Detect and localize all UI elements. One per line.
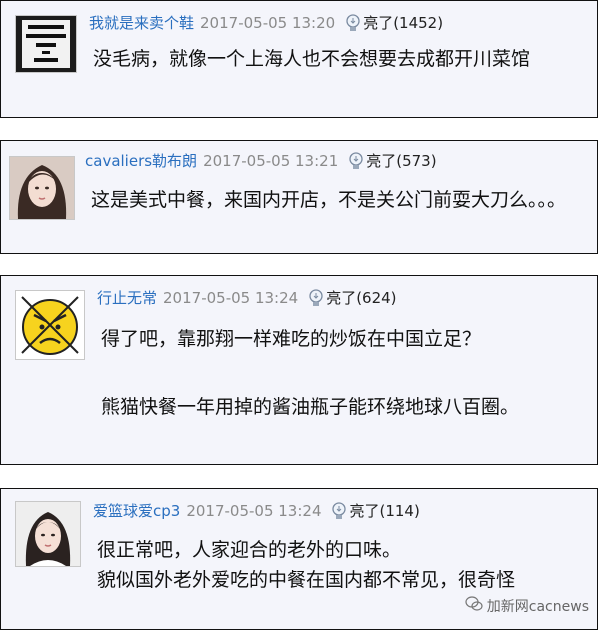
comment-line: 貌似国外老外爱吃的中餐在国内都不常见，很奇怪	[97, 569, 516, 591]
avatar[interactable]	[15, 501, 81, 567]
username-link[interactable]: 爱篮球爱cp3	[93, 502, 180, 520]
timestamp: 2017-05-05 13:24	[163, 289, 299, 307]
like-count[interactable]: 亮了(114)	[349, 502, 419, 520]
comment-card: 行止无常 2017-05-05 13:24 亮了(624) 得了吧，靠那翔一样难吃的…	[0, 275, 598, 465]
like-count[interactable]: 亮了(1452)	[363, 14, 443, 32]
comment-header: 行止无常 2017-05-05 13:24 亮了(624)	[97, 288, 397, 312]
comment-line: 熊猫快餐一年用掉的酱油瓶子能环绕地球八百圈。	[101, 396, 520, 418]
comment-card: cavaliers勒布朗 2017-05-05 13:21 亮了(573) 这是美式…	[0, 140, 598, 254]
wechat-icon	[465, 596, 483, 616]
timestamp: 2017-05-05 13:20	[200, 14, 336, 32]
avatar-image	[16, 502, 80, 566]
username-link[interactable]: cavaliers勒布朗	[85, 152, 197, 170]
avatar-image	[16, 16, 76, 72]
comment-header: 爱篮球爱cp3 2017-05-05 13:24 亮了(114)	[93, 501, 420, 525]
username-link[interactable]: 行止无常	[97, 289, 157, 307]
avatar-image	[10, 157, 74, 219]
comment-line: 很正常吧，人家迎合的老外的口味。	[97, 539, 402, 561]
comment-header: 我就是来卖个鞋 2017-05-05 13:20 亮了(1452)	[89, 13, 443, 37]
comment-text: 这是美式中餐，来国内开店，不是关公门前耍大刀么。。。	[91, 187, 566, 213]
comment-text: 很正常吧，人家迎合的老外的口味。 貌似国外老外爱吃的中餐在国内都不常见，很奇怪	[97, 537, 515, 593]
lightbulb-icon[interactable]	[345, 14, 361, 37]
like-count[interactable]: 亮了(624)	[326, 289, 396, 307]
lightbulb-icon[interactable]	[331, 502, 347, 525]
avatar[interactable]	[9, 156, 75, 220]
watermark: 加新网cacnews	[465, 596, 589, 616]
avatar-image	[16, 291, 84, 359]
comment-line: 得了吧，靠那翔一样难吃的炒饭在中国立足？	[101, 328, 482, 350]
timestamp: 2017-05-05 13:24	[186, 502, 322, 520]
avatar[interactable]	[15, 290, 85, 360]
comment-text: 得了吧，靠那翔一样难吃的炒饭在中国立足？ 熊猫快餐一年用掉的酱油瓶子能环绕地球八…	[101, 326, 519, 420]
comment-header: cavaliers勒布朗 2017-05-05 13:21 亮了(573)	[85, 151, 437, 175]
lightbulb-icon[interactable]	[348, 152, 364, 175]
timestamp: 2017-05-05 13:21	[203, 152, 339, 170]
comment-line: 没毛病，就像一个上海人也不会想要去成都开川菜馆	[93, 48, 531, 70]
comment-text: 没毛病，就像一个上海人也不会想要去成都开川菜馆	[93, 46, 530, 72]
like-count[interactable]: 亮了(573)	[366, 152, 436, 170]
username-link[interactable]: 我就是来卖个鞋	[89, 14, 194, 32]
comment-card: 我就是来卖个鞋 2017-05-05 13:20 亮了(1452) 没毛病，就像一个…	[0, 0, 598, 118]
lightbulb-icon[interactable]	[308, 289, 324, 312]
watermark-text: 加新网cacnews	[486, 599, 589, 615]
avatar[interactable]	[15, 15, 77, 73]
comment-line: 这是美式中餐，来国内开店，不是关公门前耍大刀么。。。	[91, 189, 567, 211]
